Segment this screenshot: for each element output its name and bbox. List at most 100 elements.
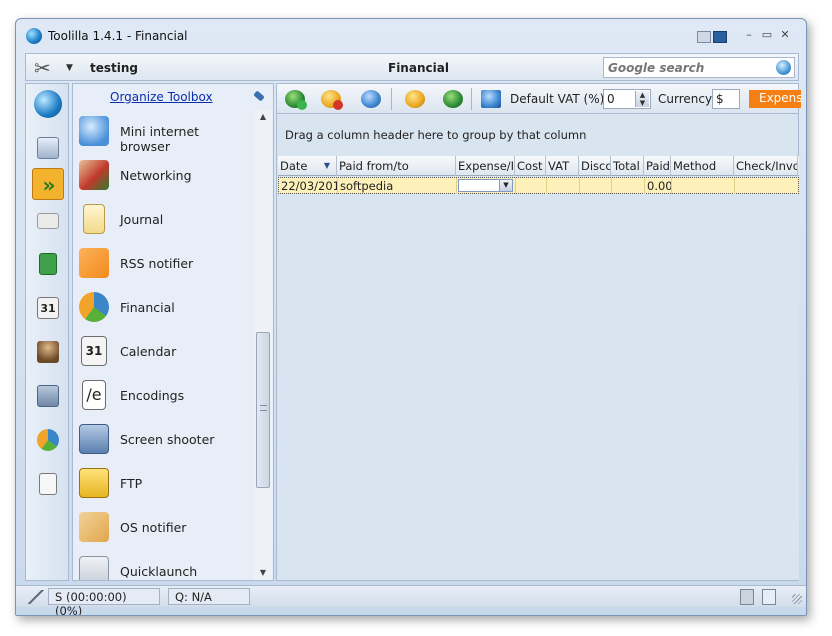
tool-item-ftp[interactable]: FTP	[73, 462, 253, 506]
cell-paid-from[interactable]: softpedia	[338, 178, 457, 194]
session-status: S (00:00:00) (0%)	[48, 588, 160, 615]
toolilla-logo-icon	[26, 28, 42, 44]
chevron-down-icon[interactable]: ▼	[66, 63, 73, 73]
edit-entry-button[interactable]	[359, 88, 383, 110]
financial-toolbar: Default VAT (%): 0 ▲▼ Currency: $ Expense	[277, 84, 801, 114]
column-header-method[interactable]: Method	[671, 156, 734, 176]
cell-total[interactable]	[612, 178, 645, 194]
scroll-up-icon[interactable]: ▲	[254, 110, 272, 124]
delete-entry-button[interactable]	[319, 88, 343, 110]
tool-item-rss-notifier[interactable]: RSS notifier	[73, 242, 253, 286]
restore-button[interactable]: ▭	[760, 29, 774, 41]
contacts-icon[interactable]	[32, 336, 64, 368]
minimize-button[interactable]: –	[742, 29, 756, 41]
calculator-icon[interactable]	[32, 248, 64, 280]
column-header-check[interactable]: Check/Invo	[734, 156, 798, 176]
tool-item-quicklaunch[interactable]: Quicklaunch	[73, 550, 253, 580]
search-input[interactable]	[604, 58, 772, 77]
organize-toolbox-link[interactable]: Organize Toolbox	[110, 90, 213, 104]
tool-item-label: Encodings	[120, 388, 185, 403]
grid-header: Date ▼ Paid from/to Expense/Ir Cost VAT D…	[278, 156, 799, 176]
os-notifier-icon	[79, 512, 109, 542]
screen-shooter-icon	[79, 424, 109, 454]
column-header-vat[interactable]: VAT	[546, 156, 579, 176]
tool-item-label: Mini internet browser	[120, 124, 200, 154]
tools-menu-icon[interactable]: ✂	[34, 57, 58, 79]
column-header-cost[interactable]: Cost	[515, 156, 546, 176]
tool-item-mini-internet-browser[interactable]: Mini internet browser	[73, 110, 253, 154]
financial-panel: Default VAT (%): 0 ▲▼ Currency: $ Expense…	[276, 83, 801, 581]
cell-cost[interactable]	[516, 178, 547, 194]
group-by-panel[interactable]: Drag a column header here to group by th…	[277, 115, 798, 155]
search-box[interactable]	[603, 57, 795, 78]
cell-paid[interactable]: 0.00	[645, 178, 672, 194]
tool-item-networking[interactable]: Networking	[73, 154, 253, 198]
column-header-paid-from[interactable]: Paid from/to	[337, 156, 456, 176]
queue-status: Q: N/A	[168, 588, 250, 605]
cell-vat[interactable]	[547, 178, 580, 194]
cell-check[interactable]	[735, 178, 798, 194]
vat-stepper[interactable]: 0 ▲ ▼	[603, 89, 651, 109]
resize-grip-icon[interactable]	[792, 594, 802, 604]
top-bar: ✂ ▼ testing Financial	[25, 53, 799, 81]
column-header-paid[interactable]: Paid	[644, 156, 671, 176]
toolbar-separator	[471, 88, 472, 110]
chevron-down-icon[interactable]: ▼	[499, 180, 512, 191]
spinner-arrows-icon[interactable]: ▲ ▼	[635, 91, 649, 107]
forward-icon[interactable]: »	[32, 168, 64, 200]
dock-icon[interactable]	[697, 28, 727, 44]
tool-item-label: Screen shooter	[120, 432, 215, 447]
vat-value[interactable]: 0	[607, 92, 615, 106]
column-header-discount[interactable]: Disco	[579, 156, 611, 176]
search-globe-icon[interactable]	[776, 60, 791, 75]
tool-item-os-notifier[interactable]: OS notifier	[73, 506, 253, 550]
title-bar[interactable]: Toolilla 1.4.1 - Financial – ▭ ✕	[16, 19, 806, 51]
tool-item-label: Calendar	[120, 344, 177, 359]
calendar-nav-icon[interactable]: 31	[32, 292, 64, 324]
notes-icon[interactable]	[762, 589, 776, 605]
financial-nav-icon[interactable]	[32, 424, 64, 456]
networking-icon	[79, 160, 109, 190]
mail-icon[interactable]	[32, 204, 64, 236]
tool-item-label: Networking	[120, 168, 192, 183]
cell-expense[interactable]: ▼	[457, 178, 516, 194]
report-button[interactable]	[479, 88, 503, 110]
tool-item-encodings[interactable]: /e Encodings	[73, 374, 253, 418]
tool-item-screen-shooter[interactable]: Screen shooter	[73, 418, 253, 462]
section-title: Financial	[388, 61, 449, 75]
ftp-icon	[79, 468, 109, 498]
clipboard-icon[interactable]	[740, 589, 754, 605]
tool-item-label: OS notifier	[120, 520, 187, 535]
tool-item-label: Quicklaunch	[120, 564, 198, 579]
column-header-date[interactable]: Date ▼	[278, 156, 337, 176]
system-icon[interactable]	[32, 380, 64, 412]
import-button[interactable]	[403, 88, 427, 110]
close-button[interactable]: ✕	[778, 29, 792, 41]
cell-date[interactable]: 22/03/2012	[279, 178, 338, 194]
export-button[interactable]	[441, 88, 465, 110]
web-search-icon[interactable]	[32, 132, 64, 164]
table-row[interactable]: 22/03/2012 softpedia ▼ 0.00	[278, 177, 799, 194]
tool-item-label: RSS notifier	[120, 256, 194, 271]
tool-item-calendar[interactable]: 31 Calendar	[73, 330, 253, 374]
scroll-down-icon[interactable]: ▼	[254, 566, 272, 580]
signal-icon	[28, 590, 44, 604]
home-logo-icon[interactable]	[32, 88, 64, 120]
expense-button[interactable]: Expense	[749, 90, 801, 108]
pin-icon[interactable]	[252, 89, 268, 103]
tool-item-financial[interactable]: Financial	[73, 286, 253, 330]
column-header-total[interactable]: Total	[611, 156, 644, 176]
currency-field[interactable]: $	[712, 89, 740, 109]
vat-label: Default VAT (%):	[510, 92, 609, 106]
cell-method[interactable]	[672, 178, 735, 194]
document-search-icon[interactable]	[32, 468, 64, 500]
cell-discount[interactable]	[580, 178, 612, 194]
column-header-expense[interactable]: Expense/Ir	[456, 156, 515, 176]
browser-icon	[79, 116, 109, 146]
tool-item-journal[interactable]: Journal	[73, 198, 253, 242]
scroll-thumb[interactable]	[256, 332, 270, 488]
add-entry-button[interactable]	[283, 88, 307, 110]
quicklaunch-icon	[79, 556, 109, 580]
toolbox-scrollbar[interactable]: ▲ ▼	[254, 110, 272, 580]
expense-type-select[interactable]: ▼	[458, 179, 513, 192]
